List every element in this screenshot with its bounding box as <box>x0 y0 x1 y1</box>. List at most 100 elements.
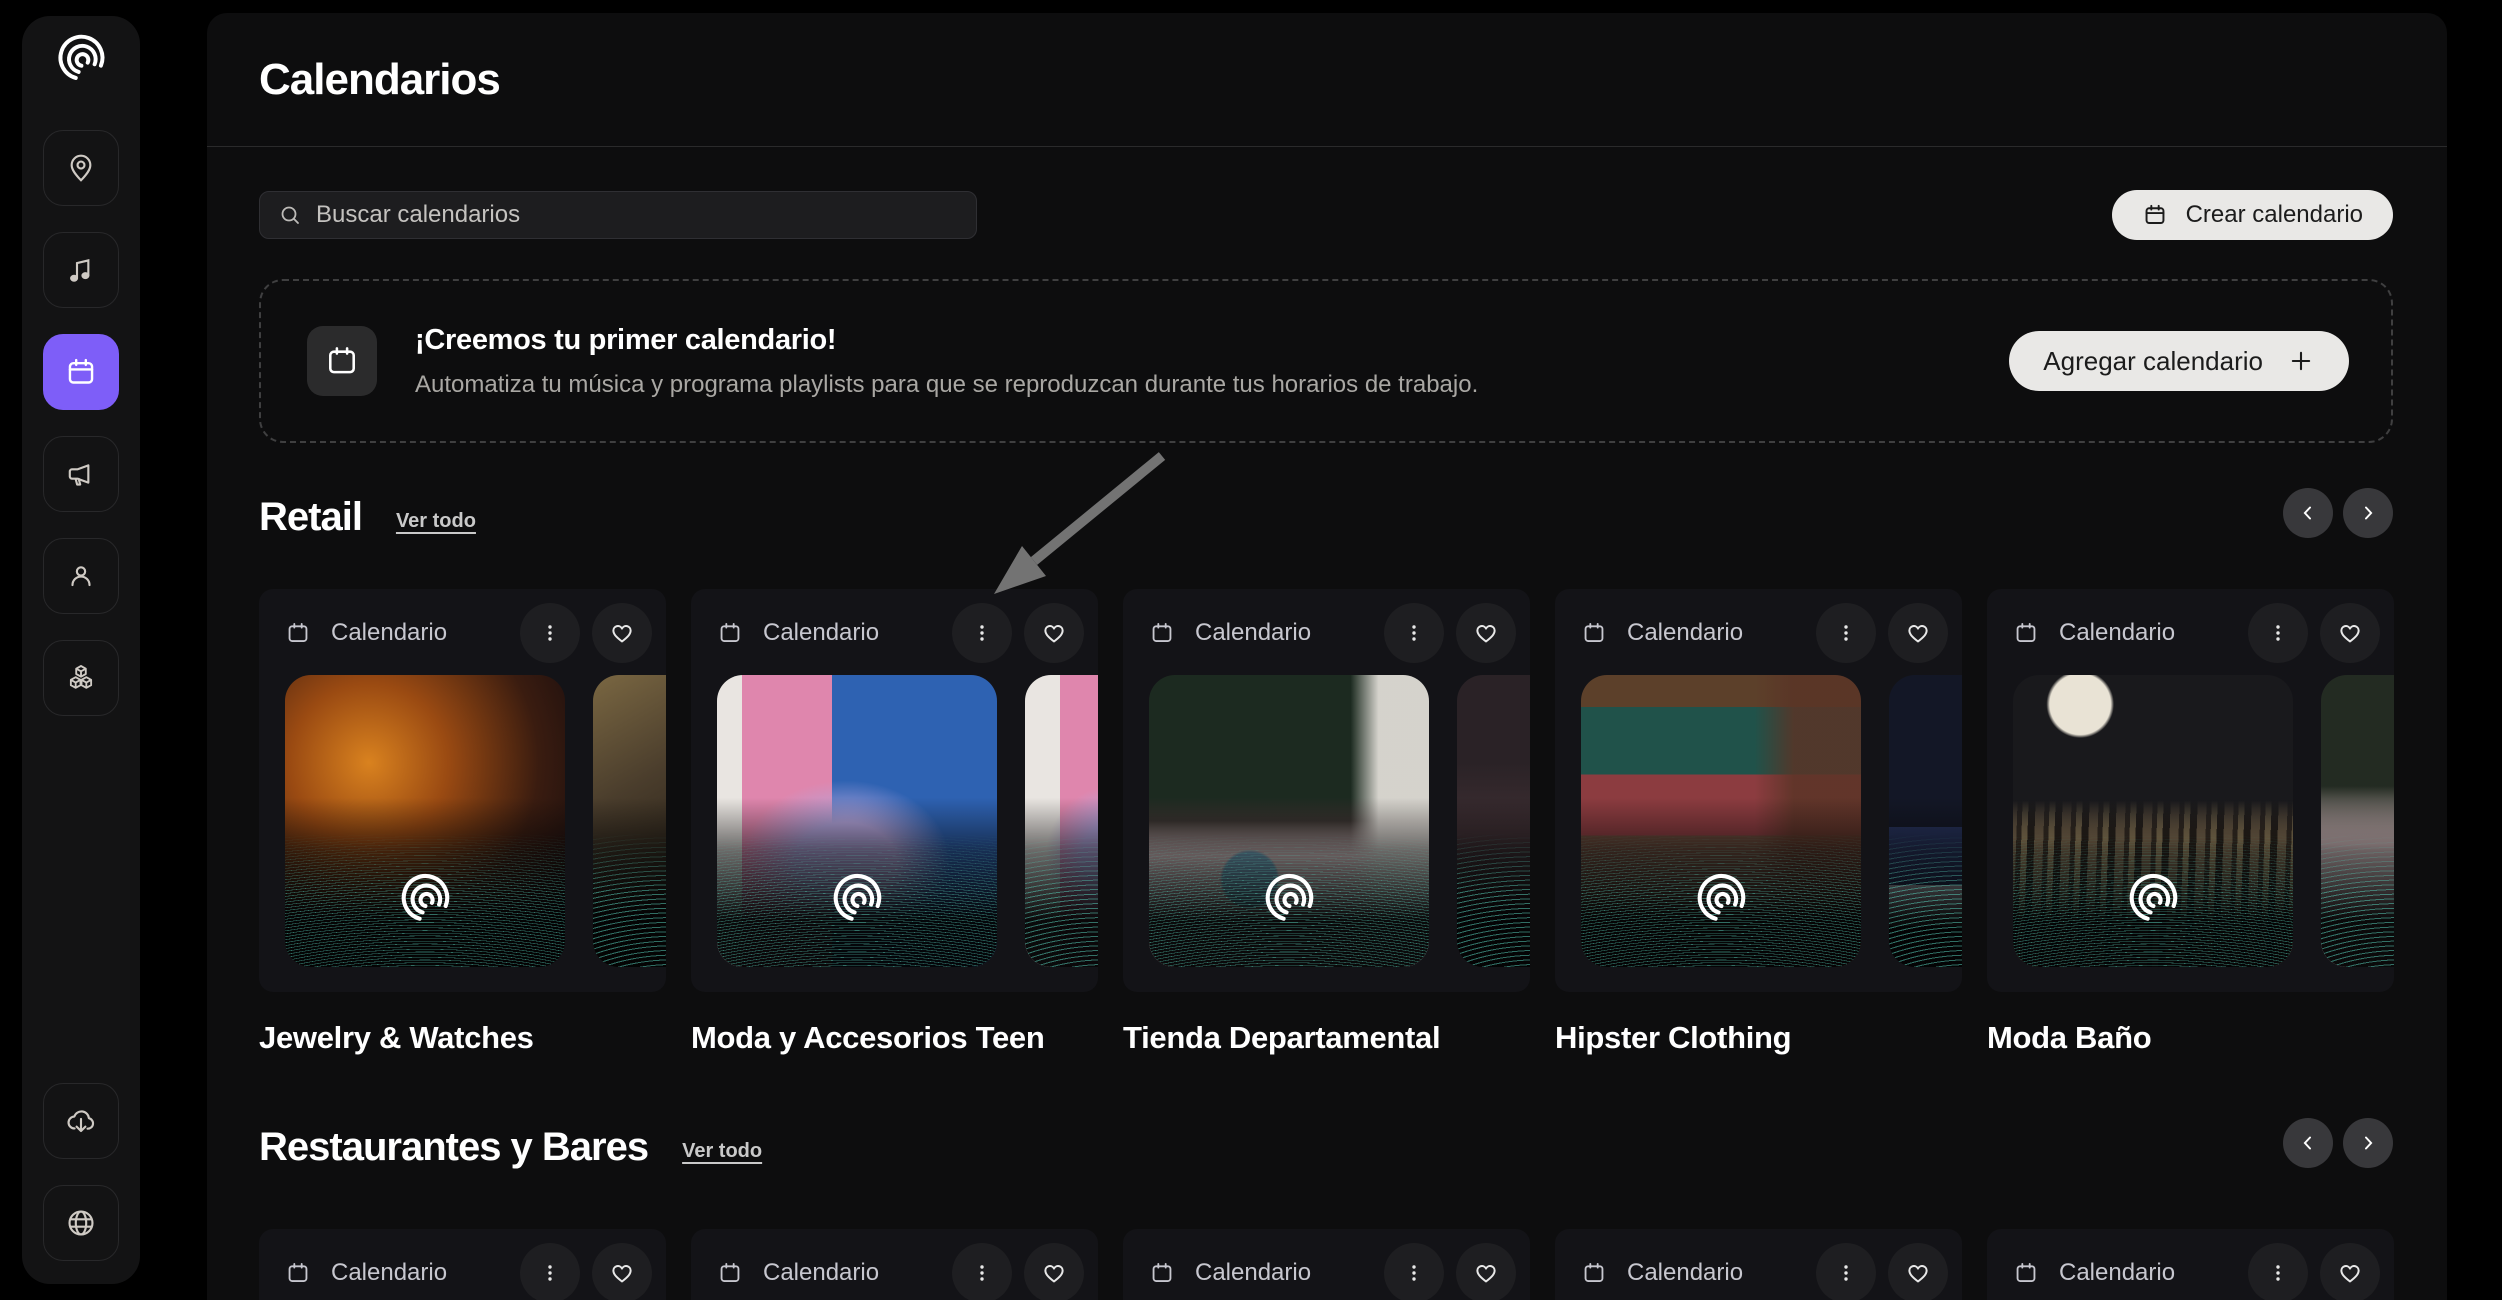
sidebar-item-language[interactable] <box>43 1185 119 1261</box>
card-favorite-button[interactable] <box>1888 603 1948 663</box>
megaphone-icon <box>65 458 97 490</box>
card-type-label: Calendario <box>2059 1259 2175 1287</box>
card-title: Moda Baño <box>1987 1020 2394 1056</box>
chevron-right-icon <box>2357 1132 2379 1154</box>
card-menu-button[interactable] <box>2248 603 2308 663</box>
calendar-card[interactable]: Calendario <box>1123 1229 1530 1300</box>
add-calendar-label: Agregar calendario <box>2043 346 2263 377</box>
music-note-icon <box>65 254 97 286</box>
card-menu-button[interactable] <box>1816 603 1876 663</box>
card-favorite-button[interactable] <box>1024 603 1084 663</box>
soundwave-pattern <box>593 833 666 967</box>
banner-subtitle: Automatiza tu música y programa playlist… <box>415 371 2009 399</box>
calendar-card[interactable]: Calendario <box>259 589 666 1056</box>
calendar-icon <box>1581 1260 1607 1286</box>
card-type-label: Calendario <box>763 619 879 647</box>
kebab-menu-icon <box>538 1261 562 1285</box>
sidebar-item-locations[interactable] <box>43 130 119 206</box>
heart-icon <box>1472 619 1500 647</box>
calendar-icon <box>717 1260 743 1286</box>
card-favorite-button[interactable] <box>592 603 652 663</box>
carousel-prev-button[interactable] <box>2283 1118 2333 1168</box>
card-next-photo-sliver <box>1889 675 1962 967</box>
card-menu-button[interactable] <box>520 603 580 663</box>
search-box[interactable] <box>259 191 977 239</box>
sidebar-item-music[interactable] <box>43 232 119 308</box>
soundwave-pattern <box>1457 833 1530 967</box>
see-all-link[interactable]: Ver todo <box>396 510 476 533</box>
card-type-label: Calendario <box>2059 619 2175 647</box>
section-title: Retail <box>259 495 362 540</box>
add-calendar-button[interactable]: Agregar calendario <box>2009 331 2349 391</box>
calendar-card[interactable]: Calendario <box>1555 1229 1962 1300</box>
main-panel: Calendarios Crear calendario <box>207 13 2447 1300</box>
card-title: Hipster Clothing <box>1555 1020 1962 1056</box>
calendar-card[interactable]: Calendario <box>691 589 1098 1056</box>
kebab-menu-icon <box>1834 621 1858 645</box>
carousel-prev-button[interactable] <box>2283 488 2333 538</box>
heart-icon <box>2336 1259 2364 1287</box>
sidebar-item-account[interactable] <box>43 538 119 614</box>
card-favorite-button[interactable] <box>1456 1243 1516 1300</box>
heart-icon <box>608 619 636 647</box>
calendar-icon <box>2142 202 2168 228</box>
calendar-card[interactable]: Calendario <box>1555 589 1962 1056</box>
card-title: Moda y Accesorios Teen <box>691 1020 1098 1056</box>
calendar-icon <box>2013 1260 2039 1286</box>
kebab-menu-icon <box>2266 1261 2290 1285</box>
calendar-card[interactable]: Calendario <box>1987 589 2394 1056</box>
card-cover-photo <box>2013 675 2293 967</box>
card-menu-button[interactable] <box>520 1243 580 1300</box>
card-type-label: Calendario <box>1195 619 1311 647</box>
sidebar-item-apps[interactable] <box>43 640 119 716</box>
location-pin-icon <box>65 152 97 184</box>
kebab-menu-icon <box>970 1261 994 1285</box>
calendar-card[interactable]: Calendario <box>259 1229 666 1300</box>
globe-icon <box>65 1207 97 1239</box>
carousel-next-button[interactable] <box>2343 1118 2393 1168</box>
card-next-photo-sliver <box>1457 675 1530 967</box>
card-menu-button[interactable] <box>952 603 1012 663</box>
calendar-icon <box>324 343 360 379</box>
calendar-icon <box>1581 620 1607 646</box>
see-all-link[interactable]: Ver todo <box>682 1140 762 1163</box>
kebab-menu-icon <box>1834 1261 1858 1285</box>
card-cover-photo <box>285 675 565 967</box>
calendar-icon <box>285 620 311 646</box>
sidebar-item-calendars[interactable] <box>43 334 119 410</box>
cubes-icon <box>65 662 97 694</box>
card-menu-button[interactable] <box>1384 603 1444 663</box>
toolbar: Crear calendario <box>259 190 2393 240</box>
card-favorite-button[interactable] <box>1024 1243 1084 1300</box>
calendar-card[interactable]: Calendario <box>1123 589 1530 1056</box>
carousel-next-button[interactable] <box>2343 488 2393 538</box>
heart-icon <box>1040 619 1068 647</box>
sidebar-item-announcements[interactable] <box>43 436 119 512</box>
card-menu-button[interactable] <box>2248 1243 2308 1300</box>
calendar-icon <box>717 620 743 646</box>
page-title: Calendarios <box>259 55 500 105</box>
sidebar-item-downloads[interactable] <box>43 1083 119 1159</box>
card-favorite-button[interactable] <box>2320 603 2380 663</box>
banner-calendar-icon-box <box>307 326 377 396</box>
card-menu-button[interactable] <box>1816 1243 1876 1300</box>
card-menu-button[interactable] <box>1384 1243 1444 1300</box>
cloud-download-icon <box>65 1105 97 1137</box>
kebab-menu-icon <box>1402 1261 1426 1285</box>
card-favorite-button[interactable] <box>1456 603 1516 663</box>
calendar-card[interactable]: Calendario <box>1987 1229 2394 1300</box>
search-icon <box>278 203 302 227</box>
card-favorite-button[interactable] <box>592 1243 652 1300</box>
card-next-photo-sliver <box>2321 675 2394 967</box>
plus-icon <box>2287 347 2315 375</box>
card-favorite-button[interactable] <box>1888 1243 1948 1300</box>
soundtrack-spiral-logo-icon[interactable] <box>51 28 111 88</box>
heart-icon <box>1472 1259 1500 1287</box>
heart-icon <box>1040 1259 1068 1287</box>
card-menu-button[interactable] <box>952 1243 1012 1300</box>
calendar-card[interactable]: Calendario <box>691 1229 1098 1300</box>
card-cover-photo <box>717 675 997 967</box>
create-calendar-button[interactable]: Crear calendario <box>2112 190 2393 240</box>
card-favorite-button[interactable] <box>2320 1243 2380 1300</box>
search-input[interactable] <box>316 201 958 229</box>
